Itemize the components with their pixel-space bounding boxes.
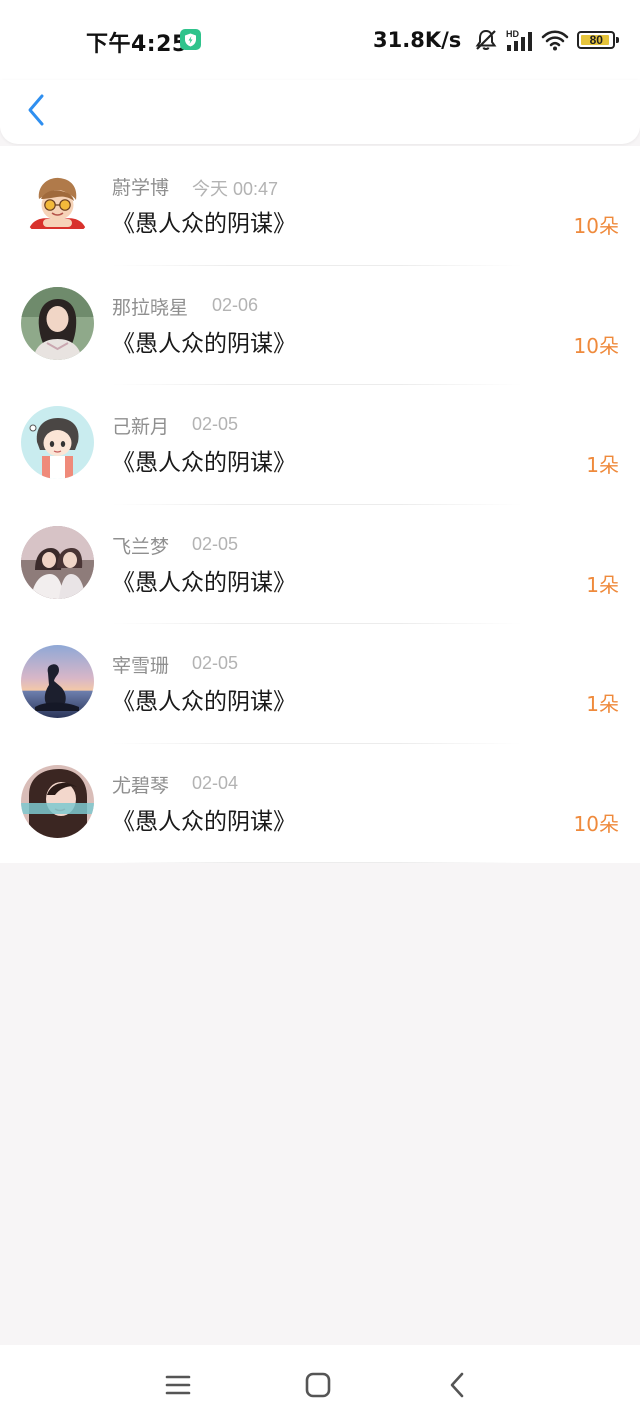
chevron-left-icon [28,94,44,126]
book-title[interactable]: 《愚人众的阴谋》 [112,802,296,836]
list-item[interactable]: 宰雪珊 02-05 《愚人众的阴谋》 1朵 [0,624,640,744]
status-time: 下午4:25 [86,32,188,57]
send-date: 02-05 [192,653,239,673]
list-item[interactable]: 尤碧琴 02-04 《愚人众的阴谋》 10朵 [0,744,640,863]
hd-signal-icon: HD [506,29,533,51]
home-square-icon [305,1372,331,1398]
sender-name: 己新月 [112,416,170,438]
avatar[interactable] [21,645,94,718]
avatar[interactable] [21,525,94,599]
status-bar: 下午4:25 31.8K/s HD 80 [0,0,640,80]
avatar[interactable] [21,167,94,240]
sender-name: 那拉晓星 [112,296,189,319]
send-date: 02-06 [212,294,259,315]
status-icons: 31.8K/s HD 80 [373,26,620,54]
header-bar [0,80,640,144]
send-date: 02-05 [192,414,239,434]
book-title[interactable]: 《愚人众的阴谋》 [112,563,296,597]
system-nav-bar [0,1345,640,1423]
book-title[interactable]: 《愚人众的阴谋》 [112,682,296,716]
mute-bell-icon [475,29,497,50]
battery-icon: 80 [577,31,620,49]
menu-icon [165,1375,191,1395]
sender-name: 蔚学博 [112,177,170,199]
book-title[interactable]: 《愚人众的阴谋》 [112,324,296,358]
gift-record-list: 蔚学博 今天 00:47 《愚人众的阴谋》 10朵 那拉晓星 02-06 《愚人… [0,146,640,863]
back-triangle-icon [450,1372,464,1398]
shield-icon [180,29,201,50]
home-button[interactable] [298,1367,338,1403]
sender-name: 尤碧琴 [112,774,170,797]
wifi-icon [541,30,569,51]
send-date: 02-04 [192,772,239,793]
divider [112,862,522,863]
avatar[interactable] [21,406,94,479]
list-item[interactable]: 那拉晓星 02-06 《愚人众的阴谋》 10朵 [0,266,640,385]
flower-count: 1朵 [586,453,619,477]
flower-count: 1朵 [586,692,619,716]
list-item[interactable]: 蔚学博 今天 00:47 《愚人众的阴谋》 10朵 [0,146,640,266]
book-title[interactable]: 《愚人众的阴谋》 [112,443,296,477]
list-item[interactable]: 己新月 02-05 《愚人众的阴谋》 1朵 [0,385,640,505]
menu-button[interactable] [158,1367,198,1403]
battery-level: 80 [589,33,603,47]
flower-count: 10朵 [573,333,619,358]
back-nav-button[interactable] [437,1367,477,1403]
sender-name: 飞兰梦 [112,535,170,558]
avatar[interactable] [21,286,94,360]
net-speed: 31.8K/s [373,28,462,52]
send-date: 今天 00:47 [192,179,279,199]
book-title[interactable]: 《愚人众的阴谋》 [112,204,296,238]
back-button[interactable] [18,90,54,130]
flower-count: 10朵 [573,811,619,836]
send-date: 02-05 [192,533,239,554]
flower-count: 10朵 [573,214,619,238]
sender-name: 宰雪珊 [112,655,170,677]
svg-text:HD: HD [506,29,519,39]
list-item[interactable]: 飞兰梦 02-05 《愚人众的阴谋》 1朵 [0,505,640,624]
avatar[interactable] [21,764,94,838]
flower-count: 1朵 [586,572,619,597]
